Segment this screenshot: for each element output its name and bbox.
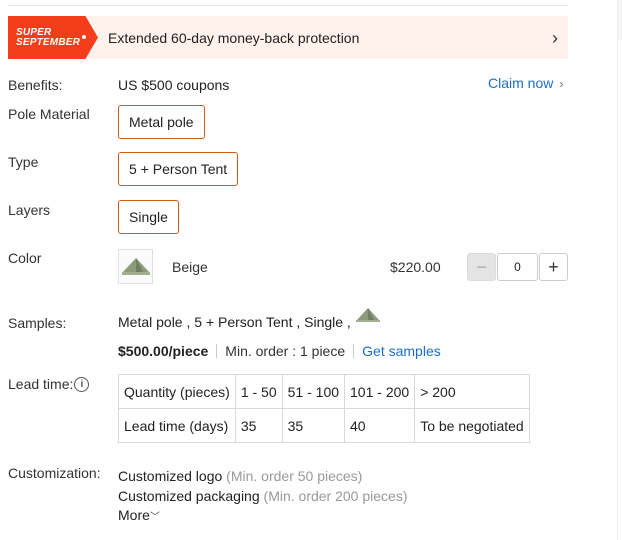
pole-material-label: Pole Material (8, 106, 90, 122)
option-single-layer[interactable]: Single (118, 200, 179, 234)
table-row: Quantity (pieces) 1 - 50 51 - 100 101 - … (118, 374, 531, 409)
right-panel-divider (617, 0, 618, 540)
quantity-increment-button[interactable]: + (539, 253, 568, 281)
samples-label: Samples: (8, 315, 67, 331)
sample-min-order: Min. order : 1 piece (225, 343, 346, 359)
quantity-decrement-button[interactable]: − (467, 253, 496, 281)
table-header-cell: Quantity (pieces) (118, 374, 236, 409)
claim-now-link[interactable]: Claim now › (488, 75, 563, 91)
info-icon[interactable]: i (74, 376, 90, 392)
chevron-right-icon[interactable]: › (552, 28, 558, 49)
table-cell: 101 - 200 (344, 374, 416, 409)
customization-item: Customized logo (Min. order 50 pieces) (118, 468, 362, 484)
lead-time-table: Quantity (pieces) 1 - 50 51 - 100 101 - … (118, 374, 531, 443)
samples-selection-text: Metal pole , 5 + Person Tent , Single , (118, 314, 351, 330)
table-cell: To be negotiated (414, 408, 531, 443)
samples-selection: Metal pole , 5 + Person Tent , Single , (118, 308, 381, 330)
customization-note: (Min. order 50 pieces) (226, 468, 363, 484)
promo-text: Extended 60-day money-back protection (108, 29, 360, 46)
table-cell: 40 (344, 408, 416, 443)
badge-dot-icon (82, 35, 86, 39)
color-label: Color (8, 250, 42, 266)
get-samples-link[interactable]: Get samples (362, 343, 441, 359)
customization-name: Customized packaging (118, 488, 260, 504)
divider (216, 344, 218, 358)
table-cell: 35 (281, 408, 346, 443)
color-beige-thumbnail[interactable] (118, 249, 153, 284)
super-september-badge: SUPER SEPTEMBER (8, 16, 98, 59)
table-cell: 35 (234, 408, 283, 443)
lead-time-label-group: Lead time: i (8, 376, 90, 392)
top-divider (8, 5, 568, 6)
benefits-value: US $500 coupons (118, 77, 230, 93)
type-label: Type (8, 154, 39, 170)
layers-label: Layers (8, 202, 51, 218)
chevron-down-icon: ﹀ (149, 512, 160, 523)
tent-icon (355, 308, 380, 322)
customization-note: (Min. order 200 pieces) (263, 488, 408, 504)
tent-icon (121, 257, 150, 275)
samples-price-row: $500.00/piece Min. order : 1 piece Get s… (118, 343, 441, 359)
option-metal-pole[interactable]: Metal pole (118, 105, 205, 139)
lead-time-label: Lead time: (8, 376, 74, 392)
promo-banner[interactable]: SUPER SEPTEMBER Extended 60-day money-ba… (8, 16, 568, 59)
color-name: Beige (172, 259, 208, 275)
sample-price: $500.00/piece (118, 343, 209, 359)
table-cell: > 200 (414, 374, 531, 409)
benefits-label: Benefits: (8, 77, 63, 93)
customization-label: Customization: (8, 465, 101, 481)
chevron-right-icon: › (559, 77, 564, 91)
claim-now-label: Claim now (488, 75, 554, 91)
customization-name: Customized logo (118, 468, 223, 484)
option-5-person-tent[interactable]: 5 + Person Tent (118, 152, 239, 186)
badge-line-2: SEPTEMBER (16, 36, 81, 48)
customization-item: Customized packaging (Min. order 200 pie… (118, 488, 407, 504)
table-cell: 51 - 100 (281, 374, 346, 409)
divider (353, 344, 355, 358)
color-price: $220.00 (390, 259, 441, 275)
more-label: More (118, 507, 150, 523)
table-header-cell: Lead time (days) (118, 408, 236, 443)
table-cell: 1 - 50 (234, 374, 283, 409)
more-customization-button[interactable]: More﹀ (118, 507, 160, 523)
table-row: Lead time (days) 35 35 40 To be negotiat… (118, 408, 531, 443)
quantity-input[interactable]: 0 (497, 253, 538, 281)
